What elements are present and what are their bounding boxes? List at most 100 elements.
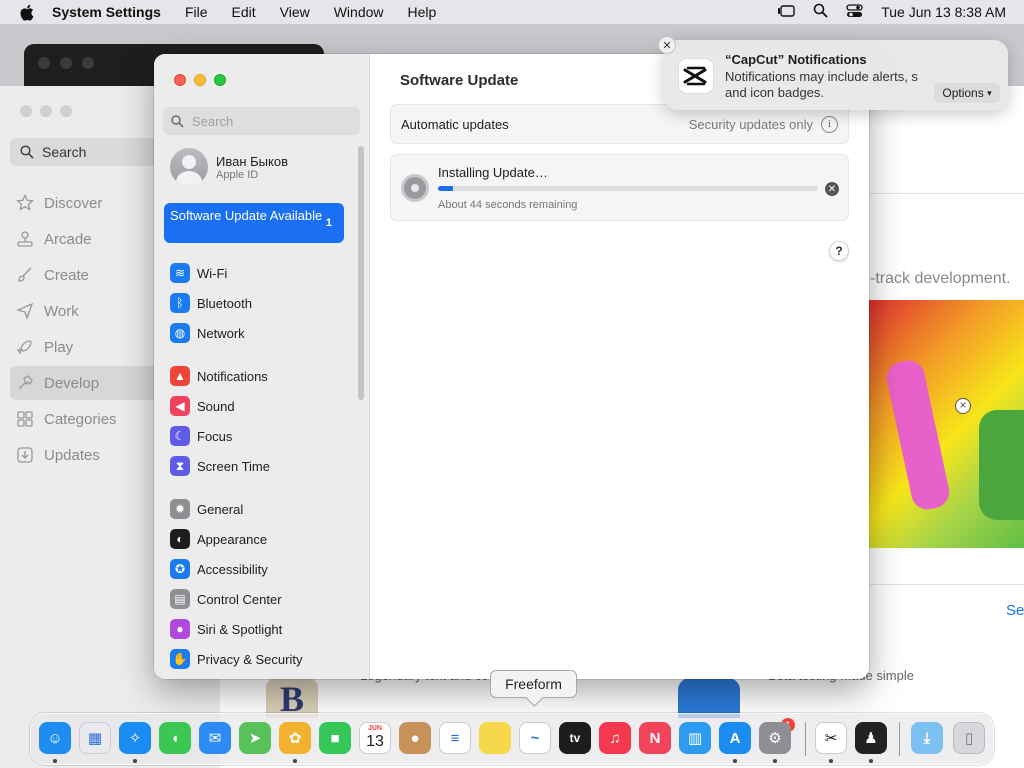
sidebar-scrollbar[interactable] bbox=[358, 146, 364, 400]
dock-calendar-icon[interactable]: JUN 13 bbox=[359, 722, 391, 754]
dock-safari-icon[interactable]: ✧ bbox=[119, 722, 151, 754]
globe-icon: ◍ bbox=[170, 323, 190, 343]
install-progress-bar bbox=[438, 186, 818, 191]
sidebar-item-bell[interactable]: ▲ Notifications bbox=[170, 361, 350, 391]
software-update-available-label: Software Update Available bbox=[170, 208, 323, 223]
dock-contacts-icon[interactable]: ● bbox=[399, 722, 431, 754]
dock-freeform-icon[interactable]: ~ bbox=[519, 722, 551, 754]
gear-icon: ✹ bbox=[170, 499, 190, 519]
cancel-update-icon[interactable]: ✕ bbox=[825, 182, 839, 196]
dock-keynote-icon[interactable]: ▥ bbox=[679, 722, 711, 754]
notification-title: “CapCut” Notifications bbox=[725, 52, 867, 67]
joystick-icon bbox=[17, 231, 33, 247]
software-update-pane: Software Update Automatic updates Securi… bbox=[370, 54, 869, 679]
sidebar-item-gear[interactable]: ✹ General bbox=[170, 494, 350, 524]
capcut-app-icon bbox=[678, 58, 714, 94]
sidebar-item-hand[interactable]: ✋ Privacy & Security bbox=[170, 644, 350, 674]
sidebar-item-wifi[interactable]: ≋ Wi-Fi bbox=[170, 258, 350, 288]
running-indicator bbox=[773, 759, 777, 763]
sidebar-item-label: Focus bbox=[197, 428, 233, 444]
sidebar-item-label: Wi-Fi bbox=[197, 265, 228, 281]
dock-launchpad-icon[interactable]: ▦ bbox=[79, 722, 111, 754]
apple-menu-icon[interactable] bbox=[0, 4, 52, 21]
dock-trash-icon[interactable]: ▯ bbox=[953, 722, 985, 754]
nav-label: Arcade bbox=[44, 230, 92, 248]
chevron-down-icon: ▾ bbox=[987, 87, 992, 98]
dock-settings-icon[interactable]: ⚙ bbox=[759, 722, 791, 754]
artwork-figure bbox=[883, 357, 953, 513]
xcode-app-icon[interactable] bbox=[678, 678, 740, 718]
sidebar-item-bluetooth[interactable]: ᛒ Bluetooth bbox=[170, 288, 350, 318]
dock-photos-icon[interactable]: ✿ bbox=[279, 722, 311, 754]
notification-options-button[interactable]: Options ▾ bbox=[934, 83, 1000, 103]
menu-window[interactable]: Window bbox=[334, 4, 384, 20]
software-update-available-item[interactable]: Software Update Available 1 bbox=[164, 203, 344, 243]
nav-label: Play bbox=[44, 338, 74, 356]
running-indicator bbox=[293, 759, 297, 763]
close-icon: × bbox=[955, 398, 971, 414]
sidebar-item-hourglass[interactable]: ⧗ Screen Time bbox=[170, 451, 350, 481]
dock-reminders-icon[interactable]: ≡ bbox=[439, 722, 471, 754]
see-all-link[interactable]: Se bbox=[1006, 602, 1024, 619]
dock-capcut-icon[interactable]: ✂ bbox=[815, 722, 847, 754]
window-button-icon bbox=[38, 57, 50, 69]
menu-help[interactable]: Help bbox=[408, 4, 437, 20]
spotlight-search-icon[interactable] bbox=[813, 3, 828, 21]
sidebar-item-label: Privacy & Security bbox=[197, 651, 303, 667]
software-update-gear-icon bbox=[401, 174, 429, 202]
sidebar-item-control-center[interactable]: ▤ Control Center bbox=[170, 584, 350, 614]
menu-edit[interactable]: Edit bbox=[232, 4, 256, 20]
dock-news-icon[interactable]: N bbox=[639, 722, 671, 754]
menu-view[interactable]: View bbox=[280, 4, 310, 20]
help-button[interactable]: ? bbox=[829, 241, 849, 261]
dock-music-icon[interactable]: ♫ bbox=[599, 722, 631, 754]
sidebar-item-appearance[interactable]: ◐ Appearance bbox=[170, 524, 350, 554]
tv-label: tv bbox=[569, 731, 581, 745]
sidebar-item-globe[interactable]: ◍ Network bbox=[170, 318, 350, 348]
dock-tv-icon[interactable]: tv bbox=[559, 722, 591, 754]
capcut-notification[interactable]: ✕ “CapCut” Notifications Notifications m… bbox=[658, 36, 1008, 110]
dock-mail-icon[interactable]: ✉ bbox=[199, 722, 231, 754]
grid-icon bbox=[17, 411, 33, 427]
dock-notes-icon[interactable] bbox=[479, 722, 511, 754]
sidebar-item-siri[interactable]: ● Siri & Spotlight bbox=[170, 614, 350, 644]
close-button-inactive[interactable] bbox=[20, 105, 32, 117]
notification-body: Notifications may include alerts, s and … bbox=[725, 69, 918, 100]
minimize-button[interactable] bbox=[194, 74, 206, 86]
nav-label: Develop bbox=[44, 374, 100, 392]
dock-app-store-icon[interactable]: A bbox=[719, 722, 751, 754]
menu-app-name[interactable]: System Settings bbox=[52, 4, 161, 20]
zoom-button[interactable] bbox=[214, 74, 226, 86]
close-button[interactable] bbox=[174, 74, 186, 86]
menu-clock[interactable]: Tue Jun 13 8:38 AM bbox=[881, 4, 1006, 20]
app-store-search-label: Search bbox=[42, 144, 87, 160]
installing-update-title: Installing Update… bbox=[438, 165, 548, 180]
menu-file[interactable]: File bbox=[185, 4, 208, 20]
featured-artwork[interactable]: × bbox=[869, 300, 1024, 548]
bbedit-app-icon[interactable]: B bbox=[266, 678, 318, 719]
dock-separator bbox=[805, 722, 806, 756]
sidebar-item-speaker[interactable]: ◀ Sound bbox=[170, 391, 350, 421]
dock-messages-icon[interactable]: ◖ bbox=[159, 722, 191, 754]
profile-name: Иван Быков bbox=[216, 153, 288, 169]
zoom-button-inactive[interactable] bbox=[60, 105, 72, 117]
dock-finder-icon[interactable]: ☺ bbox=[39, 722, 71, 754]
automatic-updates-row[interactable]: Automatic updates Security updates only … bbox=[390, 104, 849, 144]
control-center-menu-icon[interactable] bbox=[846, 3, 863, 21]
apple-id-profile[interactable]: Иван Быков Apple ID bbox=[170, 148, 288, 186]
sidebar-item-accessibility[interactable]: ✪ Accessibility bbox=[170, 554, 350, 584]
sidebar-item-moon[interactable]: ☾ Focus bbox=[170, 421, 350, 451]
stage-manager-icon[interactable] bbox=[777, 4, 795, 21]
paper-plane-icon bbox=[16, 302, 34, 320]
info-icon[interactable]: i bbox=[821, 115, 838, 133]
dock-facetime-icon[interactable]: ■ bbox=[319, 722, 351, 754]
close-notification-icon[interactable]: ✕ bbox=[658, 36, 676, 54]
automatic-updates-label: Automatic updates bbox=[401, 116, 509, 132]
search-icon bbox=[20, 145, 34, 159]
dock-maps-icon[interactable]: ➤ bbox=[239, 722, 271, 754]
minimize-button-inactive[interactable] bbox=[40, 105, 52, 117]
page-title: Software Update bbox=[400, 72, 519, 89]
settings-search-field[interactable]: Search bbox=[163, 107, 360, 135]
dock-bartender-icon[interactable]: ♟ bbox=[855, 722, 887, 754]
dock-downloads-folder-icon[interactable]: ⤓ bbox=[911, 722, 943, 754]
